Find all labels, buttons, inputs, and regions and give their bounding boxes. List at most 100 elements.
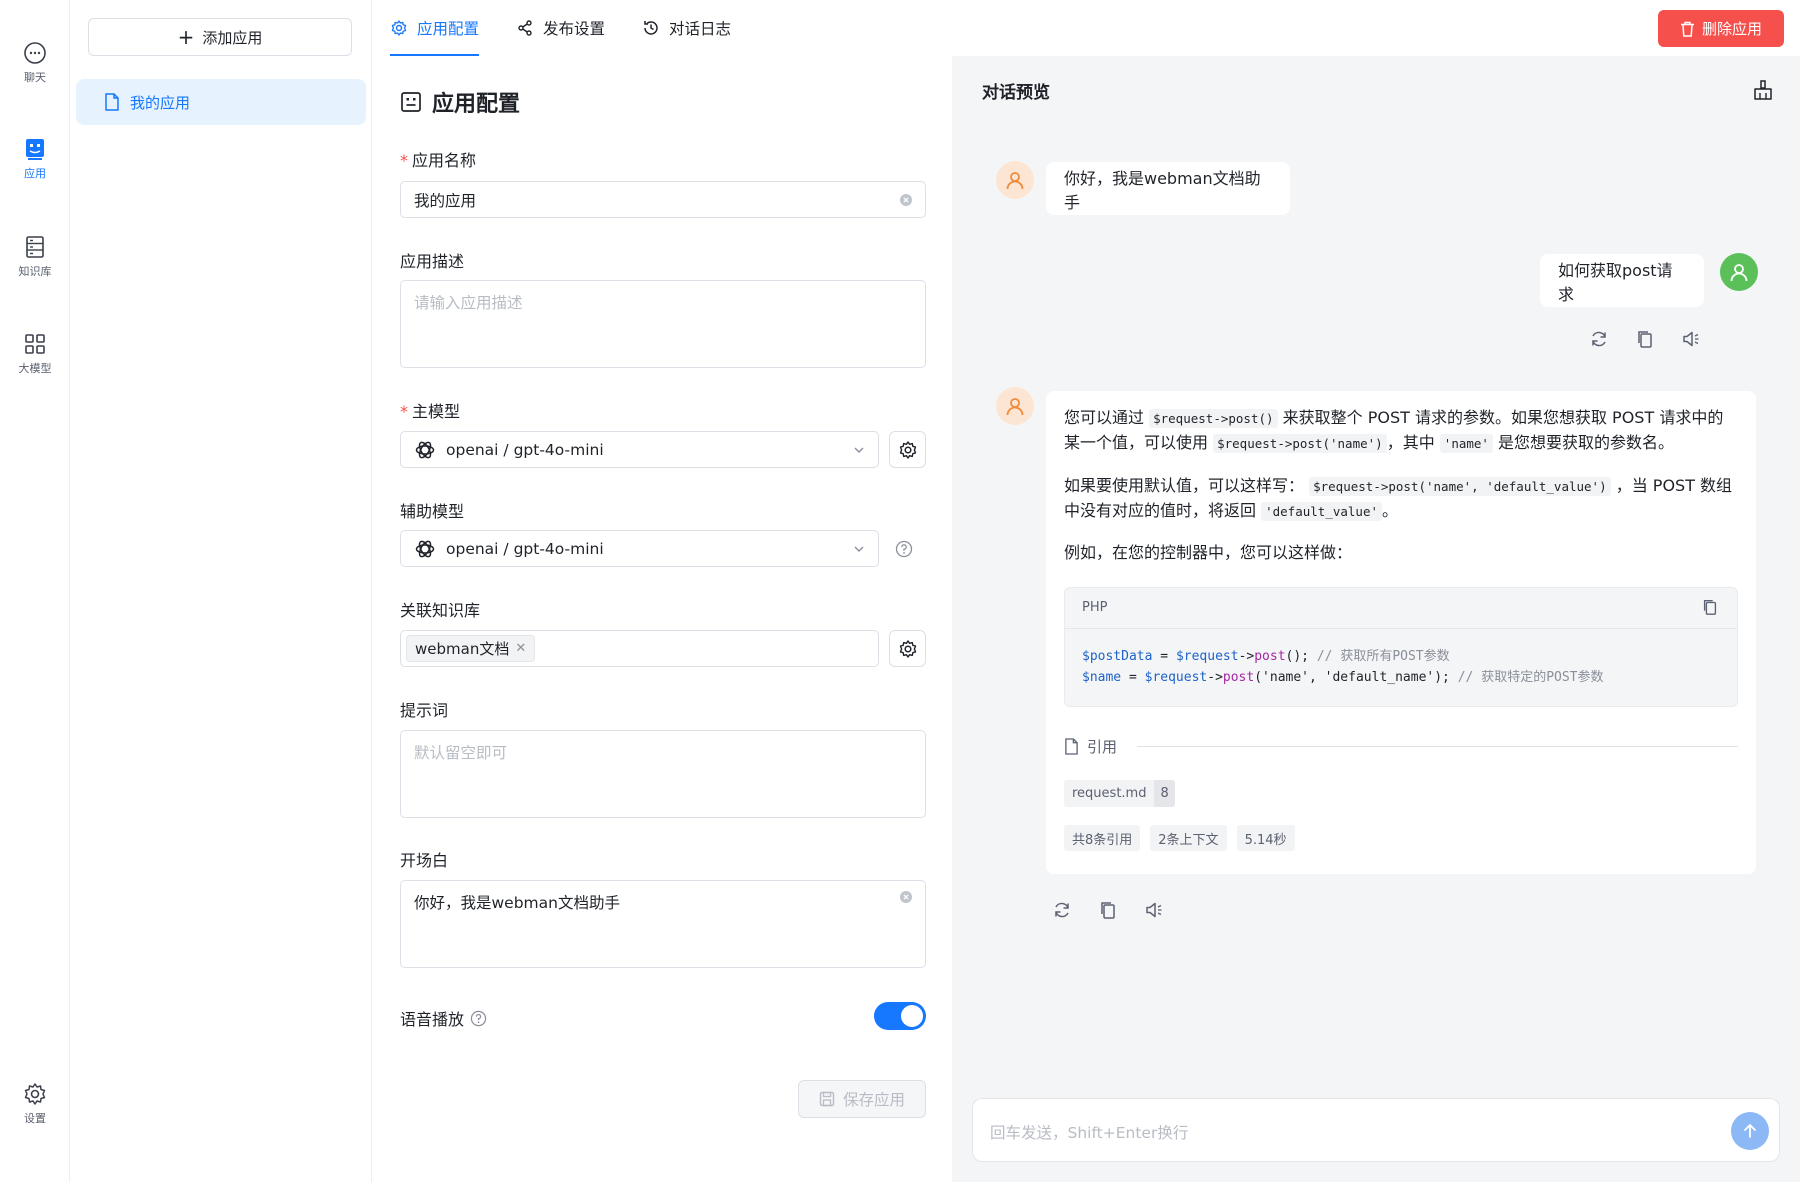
- reference-label: 引用: [1087, 738, 1118, 756]
- rail-label: 知识库: [18, 265, 52, 278]
- prompt-textarea[interactable]: 默认留空即可: [400, 730, 926, 818]
- rail-item-chat[interactable]: 聊天: [0, 40, 70, 85]
- gear-icon: [24, 1083, 46, 1105]
- reference-file-tag[interactable]: request.md 8: [1064, 780, 1175, 807]
- meta-reference-count: 共8条引用: [1064, 825, 1141, 851]
- delete-app-button[interactable]: 删除应用: [1658, 10, 1784, 47]
- refresh-icon[interactable]: [1589, 329, 1609, 349]
- description-label: 应用描述: [400, 252, 465, 271]
- bot-answer-actions: [1052, 900, 1164, 920]
- add-app-button[interactable]: + 添加应用: [88, 18, 352, 56]
- meta-context-count: 2条上下文: [1150, 825, 1227, 851]
- app-name-input[interactable]: 我的应用: [400, 181, 926, 218]
- code-language: PHP: [1082, 600, 1108, 615]
- remove-tag-icon[interactable]: ✕: [515, 641, 526, 656]
- clear-icon[interactable]: [899, 890, 913, 904]
- chat-input-placeholder: 回车发送，Shift+Enter换行: [990, 1124, 1189, 1142]
- inline-code: 'default_value': [1261, 502, 1382, 521]
- rail-label: 应用: [24, 167, 46, 180]
- rail-label: 聊天: [24, 71, 46, 84]
- user-icon: [1730, 264, 1748, 282]
- tab-publish-settings[interactable]: 发布设置: [516, 0, 605, 56]
- file-icon: [1065, 738, 1078, 755]
- preview-title: 对话预览: [982, 83, 1050, 103]
- share-icon: [518, 20, 532, 36]
- send-button[interactable]: [1731, 1112, 1769, 1150]
- user-message-actions: [1589, 329, 1701, 349]
- tab-label: 对话日志: [669, 20, 732, 38]
- description-placeholder: 请输入应用描述: [414, 294, 523, 312]
- knowledge-icon: [26, 236, 44, 258]
- openai-icon: [415, 441, 435, 458]
- inline-code: $request->post(): [1149, 409, 1278, 428]
- app-robot-icon: [26, 139, 44, 160]
- gear-icon: [899, 440, 916, 459]
- icon-rail: 聊天 应用 知识库 大模型 设置: [0, 0, 70, 1182]
- clear-icon[interactable]: [899, 193, 913, 207]
- copy-icon[interactable]: [1635, 329, 1655, 349]
- knowledge-settings-button[interactable]: [889, 630, 926, 667]
- main-model-select[interactable]: openai / gpt-4o-mini: [400, 431, 879, 468]
- user-icon: [1006, 172, 1024, 190]
- history-icon: [644, 21, 658, 35]
- reference-file-count: 8: [1154, 780, 1175, 807]
- chevron-down-icon: [854, 447, 864, 453]
- form-title-text: 应用配置: [432, 92, 521, 117]
- inline-code: $request->post('name'): [1213, 434, 1387, 453]
- app-name-value: 我的应用: [414, 191, 477, 210]
- tab-label: 应用配置: [417, 20, 480, 38]
- bot-answer-bubble: 您可以通过 $request->post() 来获取整个 POST 请求的参数。…: [1046, 391, 1756, 874]
- knowledge-select[interactable]: webman文档 ✕: [400, 630, 879, 667]
- arrow-up-icon: [1744, 1124, 1756, 1138]
- rail-item-models[interactable]: 大模型: [0, 331, 70, 376]
- refresh-icon[interactable]: [1052, 900, 1072, 920]
- bot-avatar: [996, 387, 1034, 425]
- knowledge-tag-label: webman文档: [415, 640, 510, 658]
- code-content: $postData = $request->post(); // 获取所有POS…: [1082, 649, 1604, 685]
- save-app-button[interactable]: 保存应用: [798, 1080, 926, 1118]
- main-model-value: openai / gpt-4o-mini: [446, 440, 604, 459]
- speaker-icon[interactable]: [1144, 900, 1164, 920]
- rail-item-apps[interactable]: 应用: [0, 136, 70, 181]
- chat-preview-panel: 对话预览 你好，我是webman文档助手 如何获取post请求 您可以通过 $r…: [952, 56, 1800, 1182]
- name-label: * 应用名称: [400, 151, 477, 170]
- user-icon: [1006, 398, 1024, 416]
- clear-chat-button[interactable]: [1750, 77, 1776, 103]
- app-description-textarea[interactable]: 请输入应用描述: [400, 280, 926, 368]
- prompt-label: 提示词: [400, 701, 449, 720]
- knowledge-label: 关联知识库: [400, 601, 481, 620]
- rail-item-knowledge[interactable]: 知识库: [0, 234, 70, 279]
- greeting-textarea[interactable]: 你好，我是webman文档助手: [400, 880, 926, 968]
- grid-icon: [25, 334, 45, 354]
- meta-duration: 5.14秒: [1236, 825, 1295, 851]
- aux-model-label: 辅助模型: [400, 502, 465, 521]
- rail-item-settings[interactable]: 设置: [0, 1081, 70, 1126]
- rail-label: 大模型: [18, 362, 52, 375]
- aux-model-select[interactable]: openai / gpt-4o-mini: [400, 530, 879, 567]
- plus-icon: +: [177, 25, 195, 49]
- tab-app-config[interactable]: 应用配置: [390, 0, 480, 56]
- voice-toggle[interactable]: [874, 1002, 926, 1030]
- help-icon[interactable]: [470, 1010, 487, 1027]
- app-config-form: 应用配置 * 应用名称 我的应用 应用描述 请输入应用描述 * 主模型 openai…: [372, 56, 952, 1182]
- code-block: PHP $postData = $request->post(); // 获取所…: [1064, 587, 1738, 707]
- copy-icon[interactable]: [1701, 598, 1719, 616]
- main-model-settings-button[interactable]: [889, 431, 926, 468]
- inline-code: 'name': [1439, 434, 1493, 453]
- copy-icon[interactable]: [1098, 900, 1118, 920]
- prompt-placeholder: 默认留空即可: [414, 744, 508, 762]
- knowledge-tag: webman文档 ✕: [406, 635, 536, 662]
- speaker-icon[interactable]: [1681, 329, 1701, 349]
- tab-bar: 应用配置 发布设置 对话日志: [372, 0, 768, 56]
- chat-input-box[interactable]: 回车发送，Shift+Enter换行: [972, 1098, 1780, 1162]
- inline-code: $request->post('name', 'default_value'): [1309, 477, 1611, 496]
- gear-icon: [899, 639, 916, 658]
- greeting-label: 开场白: [400, 851, 449, 870]
- chevron-down-icon: [854, 546, 864, 552]
- answer-meta: 共8条引用 2条上下文 5.14秒: [1064, 825, 1295, 851]
- app-list-item[interactable]: 我的应用: [76, 79, 366, 125]
- delete-app-label: 删除应用: [1701, 20, 1762, 38]
- help-icon[interactable]: [895, 540, 913, 558]
- rail-label: 设置: [24, 1112, 46, 1125]
- tab-chat-log[interactable]: 对话日志: [642, 0, 731, 56]
